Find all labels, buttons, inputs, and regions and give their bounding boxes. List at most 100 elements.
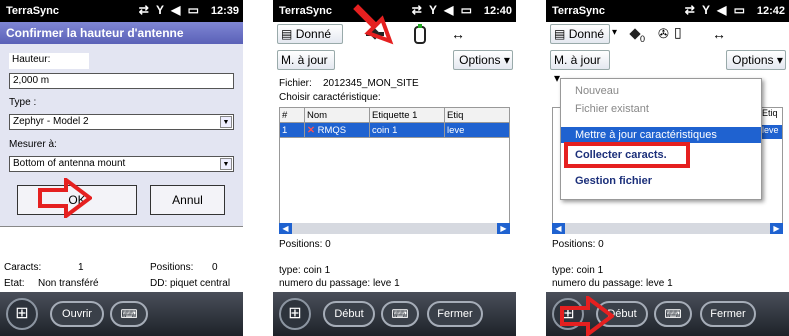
options-label: Options [732,53,774,67]
fermer-button[interactable]: Fermer [427,301,483,327]
screen-confirm-antenna-height: TerraSync ⇄ Y ◀ ▭ 12:39 Confirmer la hau… [0,0,243,336]
donnees-dropdown[interactable]: ▤ Donné [550,24,610,44]
satellite-icon[interactable]: 0 [626,26,648,44]
annul-button[interactable]: Annul [150,185,225,215]
caracts-label: Caracts: [4,262,42,273]
feature-table: # Nom Etiquette 1 Etiq 1 ✕ RMQS coin 1 l… [279,107,510,138]
feature-name: RMQS [317,124,347,136]
type-text: type: coin 1 [552,265,604,276]
gnss-receiver-icon[interactable]: ▯ [674,24,682,41]
status-bar: TerraSync ⇄ Y ◀ ▭ 12:42 [546,0,789,22]
toolbar-row-2: M. à jour Options ▾ [273,50,516,72]
fichier-label: Fichier: [279,78,312,89]
mesurer-select[interactable]: Bottom of antenna mount ▼ [9,156,234,172]
mise-a-jour-menu: Nouveau Fichier existant Mettre à jour c… [560,78,762,200]
col-header: Etiq [762,108,778,118]
table-header-row: # Nom Etiquette 1 Etiq [279,107,510,123]
table-row[interactable]: 1 ✕ RMQS coin 1 leve [279,122,510,138]
options-menu-button[interactable]: Options ▾ [726,50,786,70]
dialog-title: Confirmer la hauteur d'antenne [0,22,243,44]
maj-label: M. à jour [554,53,601,67]
mesurer-label: Mesurer à: [9,139,57,150]
horizontal-scrollbar[interactable]: ◀ ▶ [552,223,783,234]
keyboard-icon[interactable]: ⌨ [654,301,692,327]
menu-item-gestion-fichier[interactable]: Gestion fichier [561,173,761,189]
type-text: type: coin 1 [279,265,331,276]
hauteur-label: Hauteur: [9,53,89,69]
connectivity-icons: ⇄ Y ◀ ▭ [411,3,474,17]
type-label: Type : [9,97,37,108]
screen-feature-list: TerraSync ⇄ Y ◀ ▭ 12:40 ▤ Donné ↔ M. à j… [273,0,516,336]
chevron-down-icon[interactable]: ▾ [612,27,617,38]
type-select[interactable]: Zephyr - Model 2 ▼ [9,114,234,130]
clock: 12:42 [756,5,785,17]
horizontal-scrollbar[interactable]: ◀ ▶ [279,223,510,234]
table-cell: ✕ RMQS [304,122,370,138]
menu-item-fichier-existant[interactable]: Fichier existant [561,101,761,117]
col-header[interactable]: Etiq [444,107,510,123]
table-cell: 1 [279,122,305,138]
type-select-value: Zephyr - Model 2 [13,116,89,127]
mesurer-select-value: Bottom of antenna mount [13,158,126,169]
svg-text:0: 0 [640,34,645,44]
fichier-value: 2012345_MON_SITE [323,78,419,89]
table-cell: coin 1 [369,122,445,138]
menu-item-mettre-a-jour[interactable]: Mettre à jour caractéristiques [561,127,761,143]
red-arrow-annotation [560,296,614,336]
col-header[interactable]: Nom [304,107,370,123]
clock: 12:40 [483,5,512,17]
options-label: Options [459,53,501,67]
options-menu-button[interactable]: Options ▾ [453,50,513,70]
taskbar: ⊞ Début ⌨ Fermer [273,292,516,336]
ouvrir-button[interactable]: Ouvrir [50,301,104,327]
scroll-right-icon[interactable]: ▶ [497,223,510,234]
scroll-right-icon[interactable]: ▶ [770,223,783,234]
positions-text: Positions: 0 [552,239,604,250]
donnees-dropdown[interactable]: ▤ Donné [277,24,343,44]
windows-start-icon[interactable]: ⊞ [6,298,38,330]
mise-a-jour-dropdown[interactable]: M. à jour [277,50,335,70]
numero-text: numero du passage: leve 1 [279,278,400,289]
screen-options-menu: TerraSync ⇄ Y ◀ ▭ 12:42 ▤ Donné ▾ 0 ✇ ▯ … [546,0,789,336]
mise-a-jour-dropdown[interactable]: M. à jour ▾ [550,50,610,85]
windows-start-icon[interactable]: ⊞ [279,298,311,330]
caracts-value: 1 [78,262,84,273]
numero-text: numero du passage: leve 1 [552,278,673,289]
status-bar: TerraSync ⇄ Y ◀ ▭ 12:39 [0,0,243,22]
chevron-down-icon[interactable]: ▼ [220,116,232,128]
table-cell: leve [444,122,510,138]
dialog-blank-area [0,226,243,255]
recorder-icon[interactable]: ✇ [658,26,669,42]
col-header[interactable]: Etiquette 1 [369,107,445,123]
keyboard-icon[interactable]: ⌨ [381,301,419,327]
debut-button[interactable]: Début [323,301,375,327]
red-arrow-annotation [353,4,394,45]
fermer-button[interactable]: Fermer [700,301,756,327]
clock: 12:39 [210,5,239,17]
positions-label: Positions: [150,262,194,273]
donnees-label: Donné [568,27,605,41]
antenna-height-dialog: Confirmer la hauteur d'antenne Hauteur: … [0,22,243,255]
document-icon: ▤ [554,27,566,41]
positions-text: Positions: 0 [279,239,331,250]
scroll-left-icon[interactable]: ◀ [552,223,565,234]
move-arrows-icon[interactable]: ↔ [451,26,465,42]
dd-text: DD: piquet central [150,278,231,289]
move-arrows-icon[interactable]: ↔ [712,26,726,42]
gnss-receiver-icon[interactable] [413,24,427,44]
col-header[interactable]: # [279,107,305,123]
menu-item-nouveau[interactable]: Nouveau [561,83,761,99]
scroll-left-icon[interactable]: ◀ [279,223,292,234]
toolbar-row-2: M. à jour ▾ Options ▾ [546,50,789,85]
app-name: TerraSync [279,5,332,17]
toolbar: ▤ Donné ▾ 0 ✇ ▯ ↔ [546,22,789,48]
table-cell: leve [762,125,782,139]
donnees-label: Donné [295,27,332,41]
connectivity-icons: ⇄ Y ◀ ▭ [684,3,747,17]
choisir-label: Choisir caractéristique: [279,92,381,103]
hauteur-input[interactable]: 2,000 m [9,73,234,89]
positions-value: 0 [212,262,218,273]
app-name: TerraSync [552,5,605,17]
chevron-down-icon[interactable]: ▼ [220,158,232,170]
keyboard-icon[interactable]: ⌨ [110,301,148,327]
